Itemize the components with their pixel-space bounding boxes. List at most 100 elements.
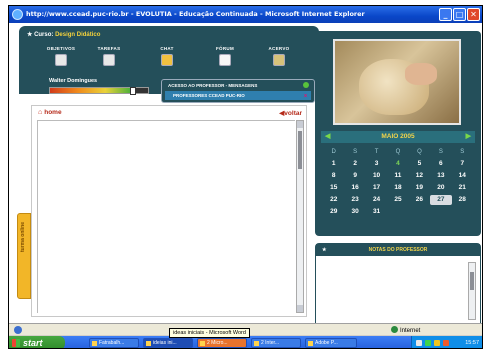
taskbar-item-label: 2 Micro... [207,340,228,346]
nav-label: CHAT [160,46,174,51]
start-button[interactable]: start [9,336,65,348]
sandcastle-photo [333,39,461,125]
taskbar-item[interactable]: Adobe P... [305,338,357,348]
nav-chat[interactable]: CHAT [147,46,187,66]
calendar-day[interactable]: 3 [366,159,387,169]
progress-fill [50,88,134,93]
course-title: ★ Curso: Design Didático [27,31,100,38]
back-link[interactable]: ◀voltar [279,109,302,117]
weekday-label: Q [417,149,422,155]
star-icon: ★ [322,247,327,253]
status-dot-icon [303,82,309,88]
weekday-label: S [460,149,465,155]
calendar-day[interactable]: 16 [344,183,365,193]
weekday-label: T [374,149,379,155]
notes-scrollbar[interactable] [468,262,476,320]
nav-label: ACERVO [268,46,290,51]
calendar-day[interactable]: 8 [323,171,344,181]
weekday-label: Q [395,149,401,155]
minimize-button[interactable]: _ [439,8,452,21]
calendar-day[interactable]: 27 [430,195,452,205]
clock: 15:57 [465,340,479,346]
calendar-day[interactable]: 6 [430,159,451,169]
calendar-day[interactable]: 21 [452,183,473,193]
close-row-icon[interactable]: X [304,91,307,100]
calendar-day[interactable]: 5 [409,159,430,169]
side-tab-label: turma online [20,222,26,253]
taskbar-item-label: 2 Inter... [261,340,280,346]
nav-tarefas[interactable]: TAREFAS [89,46,129,66]
month-label: MAIO 2005 [381,133,415,140]
flash-app: ★ Curso: Design Didático OBJETIVOS TAREF… [9,23,482,325]
scroll-up-icon[interactable] [297,121,303,128]
notes-scroll-thumb[interactable] [470,272,474,290]
maximize-button[interactable]: □ [453,8,466,21]
weekday-label: S [438,149,443,155]
page-icon [14,326,22,334]
calendar-day[interactable]: 7 [452,159,473,169]
adobe-icon [308,341,313,346]
calendar-day[interactable]: 24 [366,195,387,205]
side-tab[interactable]: turma online [17,213,31,299]
calendar-day[interactable]: 1 [323,159,344,169]
calendar-day[interactable]: 18 [387,183,408,193]
home-link[interactable]: ⌂ home [38,109,62,116]
ie-icon [254,341,259,346]
calendar-day[interactable]: 20 [430,183,451,193]
zone-label: Internet [400,328,421,334]
network-icon[interactable] [416,340,422,346]
calendar-day[interactable]: 22 [323,195,344,205]
nav-objetivos[interactable]: OBJETIVOS [41,46,81,66]
course-label: Curso: [34,32,54,38]
calendar-day[interactable]: 25 [387,195,408,205]
nav-acervo[interactable]: ACERVO [259,46,299,66]
chat-icon [161,54,173,66]
antivirus-icon[interactable] [425,340,431,346]
content-pane [37,120,295,313]
photo-hand [405,63,437,85]
calendar-day[interactable]: 2 [344,159,365,169]
calendar-day[interactable]: 19 [409,183,430,193]
next-month-icon[interactable]: ▶ [466,131,471,143]
calendar-day[interactable]: 12 [409,171,430,181]
calendar-day[interactable]: 17 [366,183,387,193]
calendar-day[interactable]: 13 [430,171,451,181]
nav-label: OBJETIVOS [46,46,76,51]
calendar-day[interactable]: 23 [344,195,365,205]
calendar-day[interactable]: 4 [387,159,408,169]
nav-label: TAREFAS [97,46,121,51]
windows-logo-icon [12,339,20,347]
calendar-day[interactable]: 31 [366,207,387,217]
taskbar-item[interactable]: 2 Micro... [197,338,247,348]
notes-panel: ★ NOTAS DO PROFESSOR [315,243,481,325]
taskbar-item[interactable]: Fatrabalh... [89,338,139,348]
taskbar-item-label: Adobe P... [315,340,338,346]
taskbar-item[interactable]: ideias ini... [143,338,193,348]
calendar-day[interactable]: 26 [409,195,430,205]
messages-row[interactable]: PROFESSORES CCEAD PUC-RIO X [165,91,311,100]
calendar-day[interactable]: 9 [344,171,365,181]
calendar-day[interactable]: 30 [344,207,365,217]
bullet-star-icon: ★ [27,32,33,38]
scroll-down-icon[interactable] [297,305,303,312]
calendar-day[interactable]: 11 [387,171,408,181]
weekday-label: S [353,149,358,155]
scroll-thumb[interactable] [298,131,302,169]
content-scrollbar[interactable] [296,120,304,313]
nav-forum[interactable]: FÓRUM [205,46,245,66]
messages-row-label: PROFESSORES CCEAD PUC-RIO [173,93,245,98]
weekday-label: D [331,149,336,155]
prev-month-icon[interactable]: ◀ [325,131,330,143]
nav-label: FÓRUM [216,46,234,51]
volume-icon[interactable] [434,340,440,346]
calendar-day[interactable]: 14 [452,171,473,181]
forum-icon [219,54,231,66]
calendar-day[interactable]: 10 [366,171,387,181]
calendar-day[interactable]: 29 [323,207,344,217]
calendar-day[interactable]: 28 [452,195,473,205]
calendar-day[interactable]: 15 [323,183,344,193]
messenger-icon[interactable] [443,340,449,346]
close-window-button[interactable]: ✕ [467,8,480,21]
taskbar-item[interactable]: 2 Inter... [251,338,301,348]
calendar-grid: D S T Q Q S S 1 2 3 4 5 6 7 8 9 10 11 12 13 14 15 16 17 18 19 20 21… [323,147,473,217]
